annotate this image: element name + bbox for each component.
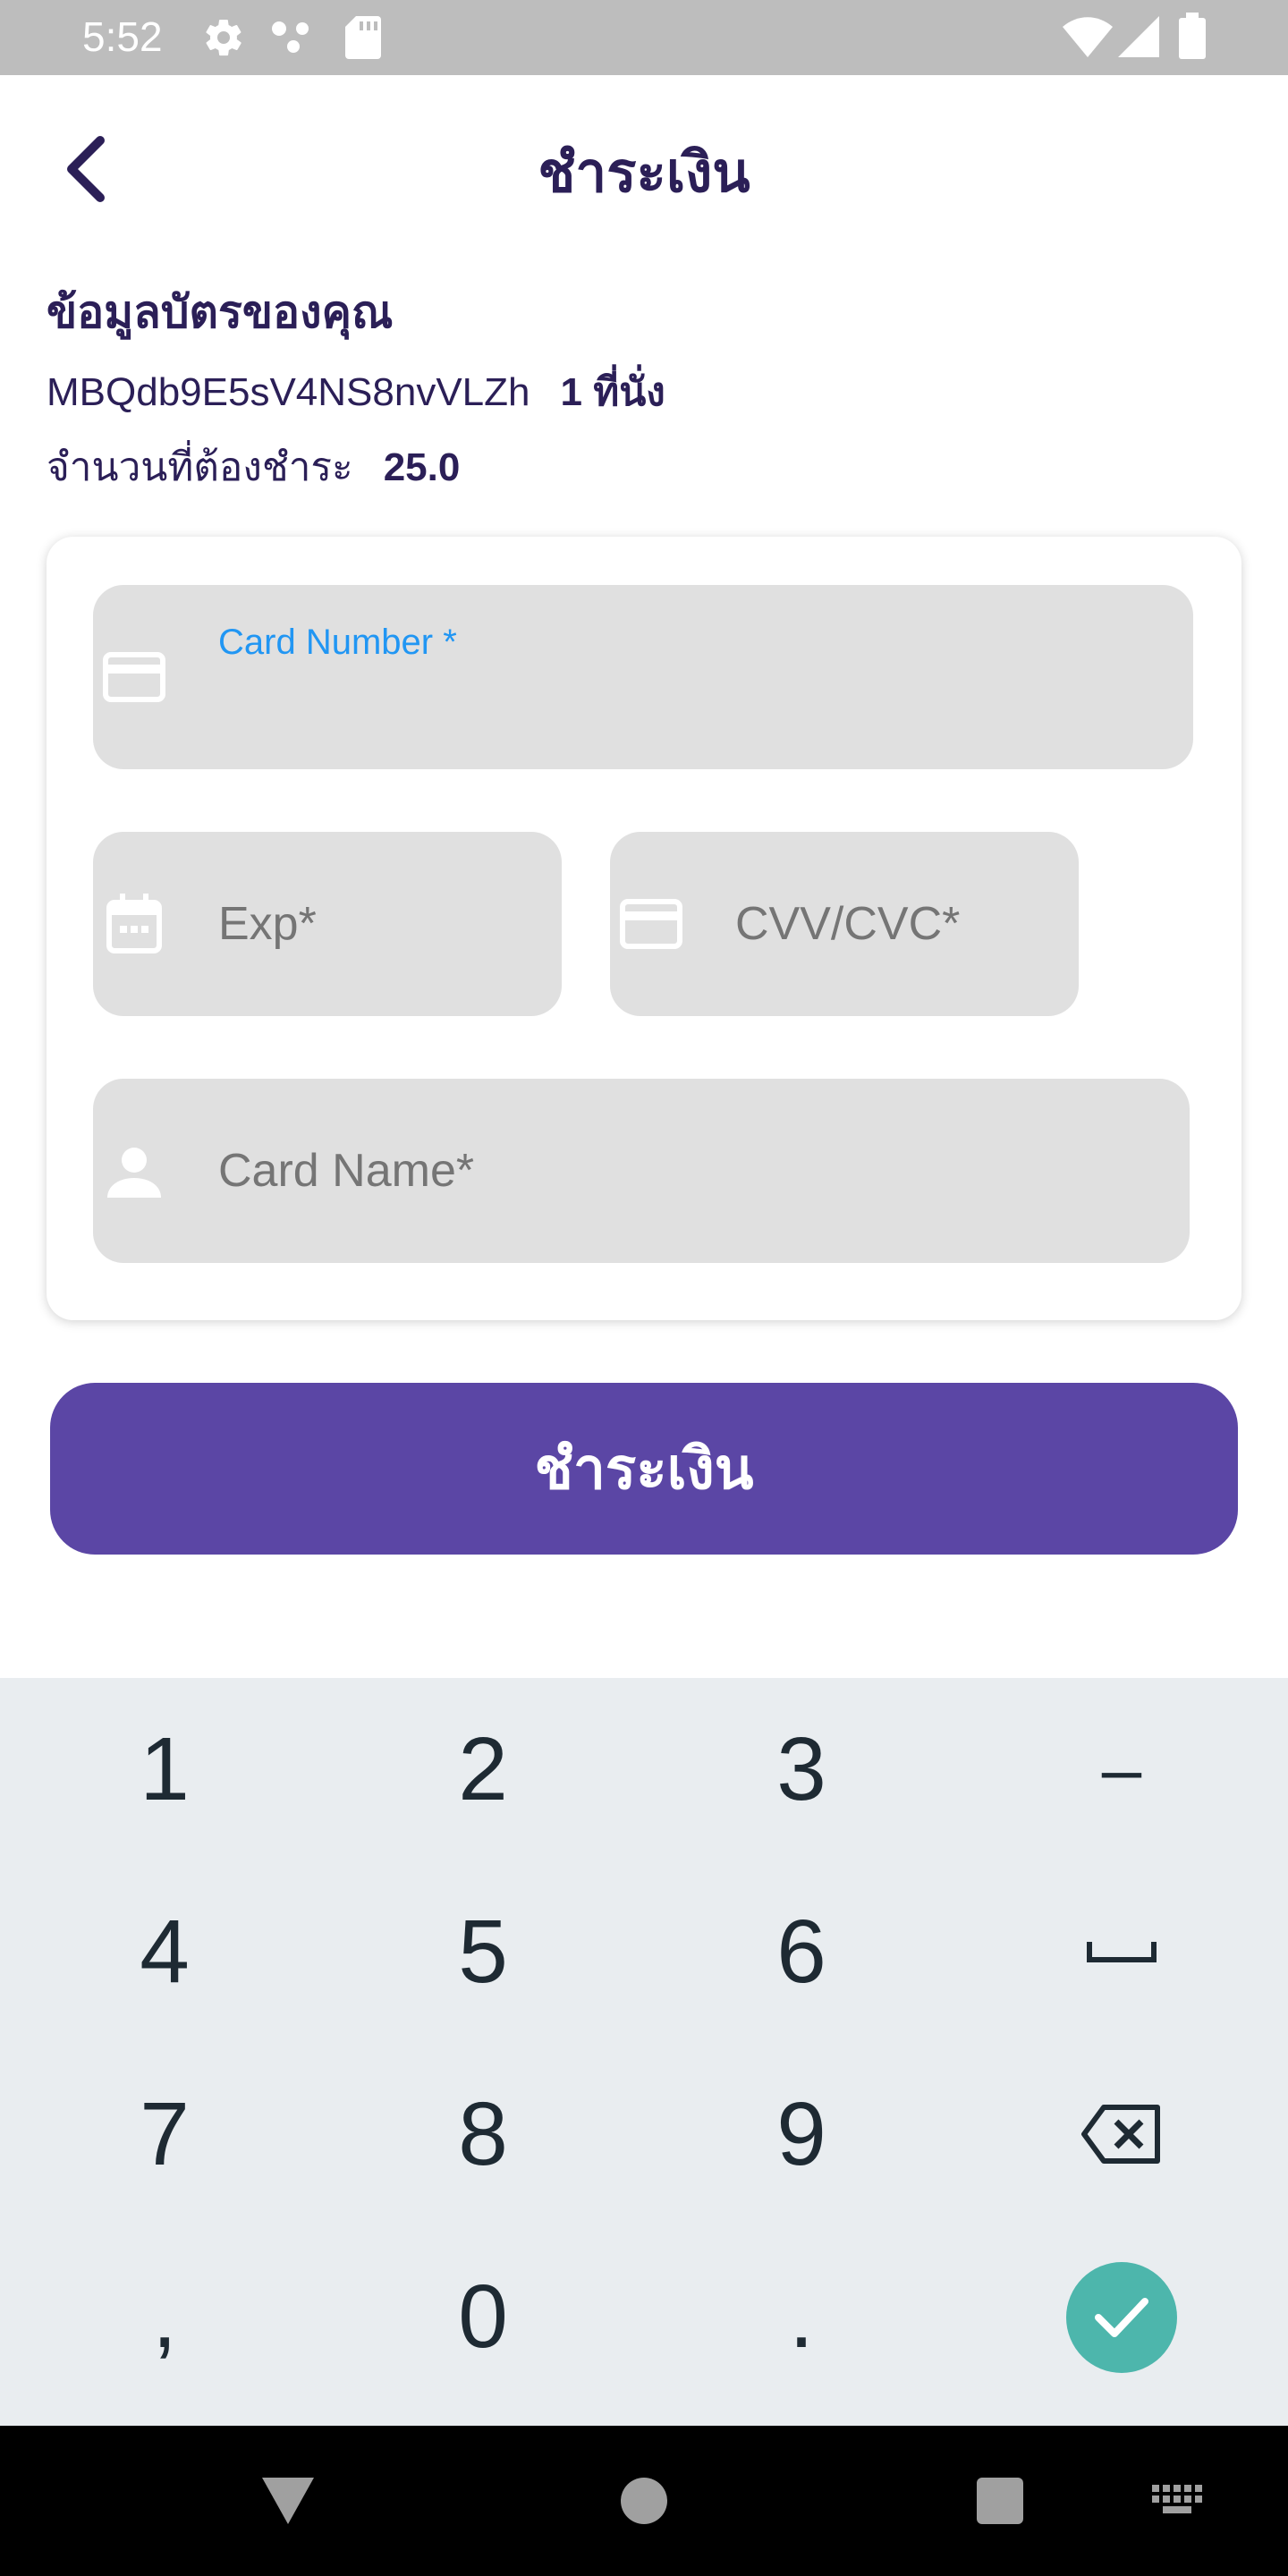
key-9[interactable]: 9: [640, 2043, 962, 2225]
key-comma[interactable]: ,: [4, 2225, 326, 2408]
key-backspace[interactable]: [961, 2043, 1283, 2225]
app-screen: 5:52 ชำระเงิน ข้อมูลบัตรของคุณ MBQdb9E5s…: [0, 0, 1288, 2576]
card-number-label: Card Number *: [218, 623, 457, 662]
status-bar: 5:52: [0, 0, 1288, 75]
space-icon: [1087, 1942, 1157, 1962]
cvv-field[interactable]: CVV/CVC*: [610, 832, 1079, 1016]
credit-card-icon: [615, 888, 687, 960]
card-info-title: ข้อมูลบัตรของคุณ: [47, 287, 394, 337]
square-icon: [977, 2478, 1023, 2524]
nav-back-button[interactable]: [252, 2465, 324, 2537]
keyboard-icon: [1152, 2485, 1202, 2513]
dots-icon: [272, 21, 309, 53]
signal-icon: [1118, 16, 1159, 57]
key-2[interactable]: 2: [322, 1678, 644, 1860]
battery-icon: [1179, 13, 1206, 59]
booking-code: MBQdb9E5sV4NS8nvVLZh: [47, 370, 530, 414]
card-name-field[interactable]: Card Name*: [93, 1079, 1190, 1263]
page-title: ชำระเงิน: [538, 142, 750, 204]
amount-label: จำนวนที่ต้องชำระ: [47, 445, 353, 489]
key-6[interactable]: 6: [640, 1860, 962, 2043]
key-minus[interactable]: –: [961, 1678, 1283, 1860]
key-3[interactable]: 3: [640, 1678, 962, 1860]
card-info-section: ข้อมูลบัตรของคุณ MBQdb9E5sV4NS8nvVLZh 1 …: [47, 277, 1245, 498]
nav-home-button[interactable]: [608, 2465, 680, 2537]
backspace-icon: [1081, 2105, 1160, 2164]
key-done[interactable]: [1066, 2262, 1177, 2373]
calendar-icon: [98, 888, 170, 960]
exp-field[interactable]: Exp*: [93, 832, 562, 1016]
amount-row: จำนวนที่ต้องชำระ 25.0: [47, 436, 1245, 498]
settings-icon: [206, 19, 242, 56]
person-icon: [98, 1135, 170, 1207]
amount-value: 25.0: [383, 445, 461, 489]
card-name-label: Card Name*: [218, 1145, 475, 1197]
key-1[interactable]: 1: [4, 1678, 326, 1860]
key-4[interactable]: 4: [4, 1860, 326, 2043]
wifi-icon: [1063, 17, 1113, 57]
key-space[interactable]: [961, 1860, 1283, 2043]
key-period[interactable]: .: [640, 2225, 962, 2408]
checkmark-icon: [1095, 2298, 1148, 2337]
cvv-label: CVV/CVC*: [735, 898, 961, 950]
numeric-keyboard: 1 2 3 – 4 5 6 7 8 9 , 0 .: [0, 1678, 1288, 2426]
triangle-down-icon: [262, 2478, 314, 2524]
nav-recents-button[interactable]: [964, 2465, 1036, 2537]
key-5[interactable]: 5: [322, 1860, 644, 2043]
key-7[interactable]: 7: [4, 2043, 326, 2225]
pay-button[interactable]: ชำระเงิน: [50, 1383, 1238, 1555]
key-0[interactable]: 0: [322, 2225, 644, 2408]
navigation-bar: [0, 2426, 1288, 2576]
exp-label: Exp*: [218, 898, 317, 950]
credit-card-icon: [98, 641, 170, 713]
app-header: ชำระเงิน: [0, 75, 1288, 254]
booking-row: MBQdb9E5sV4NS8nvVLZh 1 ที่นั่ง: [47, 360, 1245, 423]
seat-count: 1 ที่นั่ง: [560, 370, 665, 414]
payment-form-card: Card Number * Exp* CVV/CVC* Card Name*: [47, 537, 1241, 1320]
key-8[interactable]: 8: [322, 2043, 644, 2225]
circle-icon: [621, 2478, 667, 2524]
card-number-field[interactable]: Card Number *: [93, 585, 1193, 769]
status-time: 5:52: [82, 13, 163, 60]
nav-keyboard-button[interactable]: [1141, 2465, 1213, 2537]
sd-card-icon: [345, 16, 381, 59]
